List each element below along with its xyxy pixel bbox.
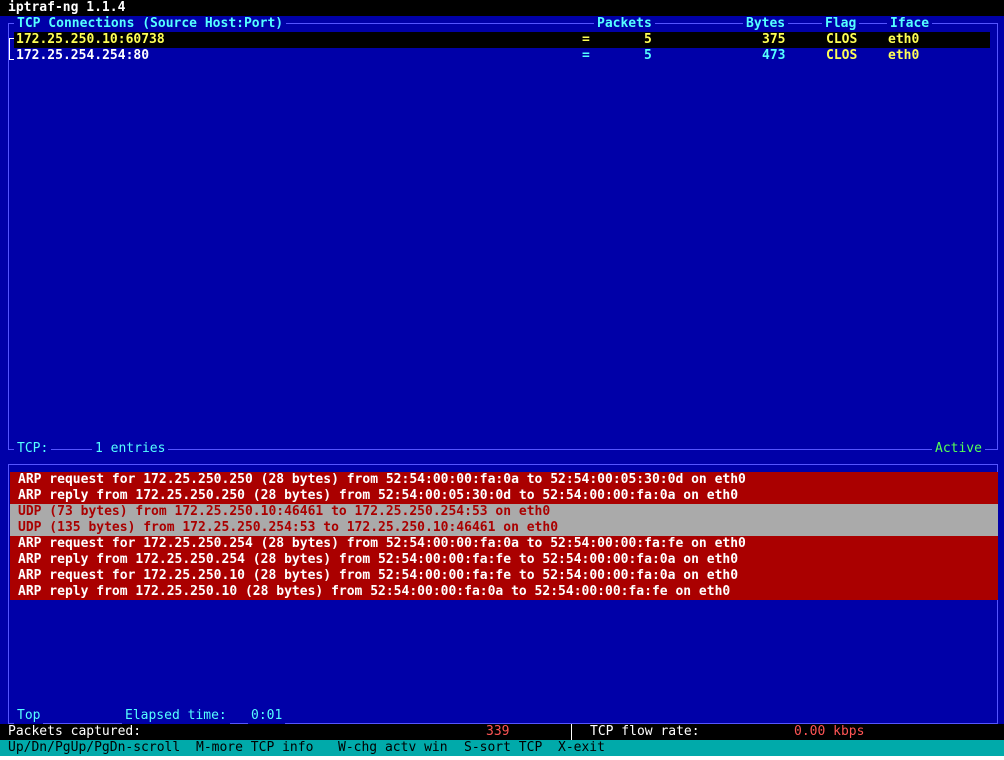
status-separator: [571, 724, 572, 740]
tcp-footer-label: TCP:: [14, 441, 52, 457]
elapsed-time-label: Elapsed time:: [122, 708, 230, 724]
tcp-entry-count: 1 entries: [92, 441, 169, 457]
col-header-packets[interactable]: Packets: [594, 16, 655, 32]
tcp-flow-rate-label: TCP flow rate:: [590, 724, 700, 739]
log-entry-arp: ARP request for 172.25.250.10 (28 bytes)…: [10, 568, 998, 584]
connection-eq: =: [582, 32, 590, 47]
packet-count: 5: [644, 48, 652, 63]
log-entry-udp: UDP (73 bytes) from 172.25.250.10:46461 …: [10, 504, 998, 520]
byte-count: 375: [762, 32, 786, 47]
title-bar: [0, 0, 1004, 16]
log-entry-arp: ARP request for 172.25.250.250 (28 bytes…: [10, 472, 998, 488]
help-change-window: W-chg actv win: [338, 740, 448, 755]
log-text: ARP reply from 172.25.250.250 (28 bytes)…: [18, 488, 739, 503]
help-scroll: Up/Dn/PgUp/PgDn-scroll: [8, 740, 181, 755]
log-text: ARP request for 172.25.250.254 (28 bytes…: [18, 536, 746, 551]
log-entry-udp: UDP (135 bytes) from 172.25.250.254:53 t…: [10, 520, 998, 536]
col-header-flag[interactable]: Flag: [822, 16, 860, 32]
tcp-flag: CLOS: [826, 32, 858, 47]
help-exit: X-exit: [558, 740, 605, 755]
app-title: iptraf-ng 1.1.4: [8, 0, 126, 15]
interface: eth0: [888, 48, 920, 63]
packets-captured-value: 339: [486, 724, 510, 739]
source-host-port: 172.25.254.254:80: [16, 48, 150, 63]
log-text: ARP reply from 172.25.250.254 (28 bytes)…: [18, 552, 739, 567]
packets-captured-label: Packets captured:: [8, 724, 142, 739]
col-header-bytes[interactable]: Bytes: [743, 16, 789, 32]
help-more-info: M-more TCP info: [196, 740, 314, 755]
log-text: UDP (135 bytes) from 172.25.250.254:53 t…: [18, 520, 559, 535]
elapsed-time-value: 0:01: [248, 708, 286, 724]
log-text: ARP reply from 172.25.250.10 (28 bytes) …: [18, 584, 731, 599]
tcp-flag: CLOS: [826, 48, 858, 63]
log-scroll-position: Top: [14, 708, 44, 724]
packet-count: 5: [644, 32, 652, 47]
connection-eq: =: [582, 48, 590, 63]
log-text: ARP request for 172.25.250.250 (28 bytes…: [18, 472, 746, 487]
log-entry-arp: ARP reply from 172.25.250.254 (28 bytes)…: [10, 552, 998, 568]
tcp-connections-panel[interactable]: [8, 23, 998, 450]
log-text: ARP request for 172.25.250.10 (28 bytes)…: [18, 568, 739, 583]
active-window-indicator: Active: [932, 441, 985, 457]
help-sort: S-sort TCP: [464, 740, 543, 755]
tcp-connection-row[interactable]: 172.25.250.10:60738 = 5 375 CLOS eth0: [14, 32, 990, 48]
tcp-panel-title: TCP Connections (Source Host:Port): [14, 16, 287, 32]
screen-bottom-edge: [0, 756, 1004, 760]
tcp-flow-rate-value: 0.00 kbps: [794, 724, 865, 739]
log-entry-arp: ARP reply from 172.25.250.250 (28 bytes)…: [10, 488, 998, 504]
source-host-port: 172.25.250.10:60738: [16, 32, 165, 47]
log-text: UDP (73 bytes) from 172.25.250.10:46461 …: [18, 504, 551, 519]
tcp-connection-row[interactable]: 172.25.254.254:80 = 5 473 CLOS eth0: [14, 48, 990, 64]
col-header-iface[interactable]: Iface: [887, 16, 933, 32]
interface: eth0: [888, 32, 920, 47]
log-entry-arp: ARP reply from 172.25.250.10 (28 bytes) …: [10, 584, 998, 600]
log-entry-arp: ARP request for 172.25.250.254 (28 bytes…: [10, 536, 998, 552]
byte-count: 473: [762, 48, 786, 63]
